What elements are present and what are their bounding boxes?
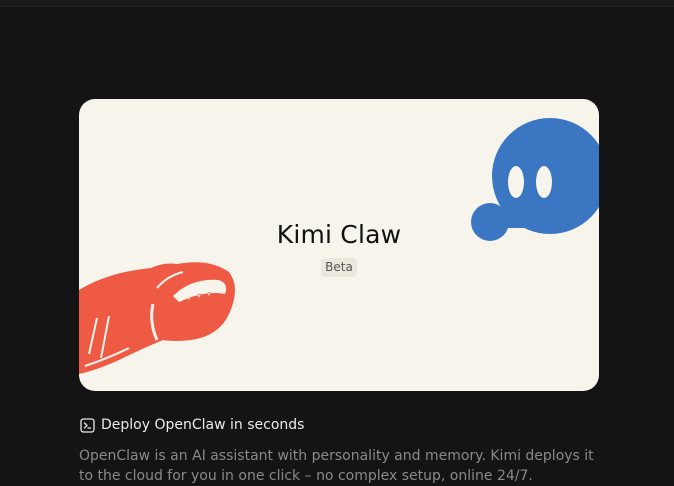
hero-title: Kimi Claw <box>276 220 402 249</box>
section-heading: Deploy OpenClaw in seconds <box>80 417 304 433</box>
red-claw-mascot-icon <box>79 262 235 374</box>
terminal-icon <box>80 417 95 433</box>
beta-badge: Beta <box>321 258 357 277</box>
top-bar <box>0 0 674 7</box>
section-title: Deploy OpenClaw in seconds <box>101 417 305 433</box>
section-description: OpenClaw is an AI assistant with persona… <box>79 448 594 484</box>
